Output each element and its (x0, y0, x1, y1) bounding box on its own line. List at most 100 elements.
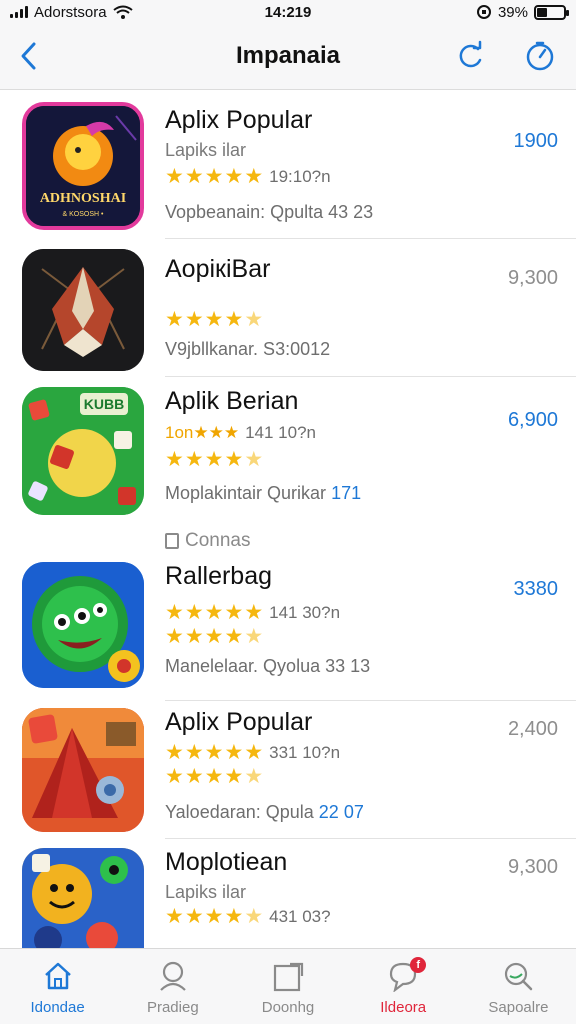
icon-subword: & KOSOSH • (63, 211, 105, 218)
app-name: AopiкiBar (165, 255, 271, 283)
star-icon: ★ (184, 905, 204, 928)
game-art-icon: ADHNOSHAI & KOSOSH • (26, 106, 140, 226)
rating: ★ ★ ★ ★ ★ 141 30?n (165, 602, 340, 623)
app-meta: Vopbeanain: Qpulta 43 23 (165, 202, 374, 222)
star-icon: ★ (204, 601, 224, 624)
list-item[interactable]: Aplix Popular ★ ★ ★ ★ ★ 331 10?n ★ ★ ★ ★ ★ Yaloe… (0, 702, 576, 842)
rating-secondary: ★ ★ ★ ★ ★ (165, 766, 263, 787)
star-icon: ★ (165, 905, 184, 928)
rating-count: 431 03? (269, 906, 331, 926)
app-icon: ADHNOSHAI & KOSOSH • (22, 102, 144, 230)
divider (165, 700, 576, 701)
star-icon: ★ (244, 905, 264, 928)
app-meta: V9jbllkanar. S3:0012 (165, 339, 331, 359)
price-label[interactable]: 1900 (514, 130, 559, 153)
status-left: Adorstsora (10, 4, 133, 21)
star-rating: ★ ★ ★ ★ ★ (165, 626, 263, 647)
star-icon: ★ (184, 308, 204, 331)
battery-icon (534, 4, 569, 20)
icon-wordmark: KUBB (84, 396, 124, 412)
price-label[interactable]: 3380 (514, 578, 559, 601)
app-meta: Yaloedaran: Qpula 22 07 (165, 802, 364, 823)
tab-home[interactable]: Idondae (0, 949, 115, 1024)
app-name: Aplix Popular (165, 708, 313, 736)
mask-art-icon (22, 249, 144, 371)
tab-label: Sapoalre (488, 999, 549, 1016)
star-icon: ★ (165, 308, 184, 331)
star-icon: ★ (165, 448, 184, 471)
nav-bar: Impanaia (0, 24, 576, 90)
star-icon: ★ (224, 625, 244, 648)
tab-search[interactable]: Sapoalre (461, 949, 576, 1024)
star-rating: ★ ★ ★ ★ ★ (165, 166, 263, 187)
checkbox-icon (165, 533, 179, 549)
tab-profile[interactable]: Pradieg (115, 949, 230, 1024)
party-art-icon (22, 848, 144, 948)
price-label[interactable]: 2,400 (508, 718, 558, 741)
list-item[interactable]: ADHNOSHAI & KOSOSH • Aplix Popular Lapik… (0, 90, 576, 239)
star-icon: ★ (184, 741, 204, 764)
star-icon: ★ (204, 905, 224, 928)
monster-art-icon (22, 562, 144, 688)
star-icon: ★ (224, 741, 244, 764)
star-icon: ★ (224, 905, 244, 928)
home-icon (41, 959, 75, 993)
tab-label: Idondae (30, 999, 85, 1016)
price-label[interactable]: 9,300 (508, 267, 558, 290)
list-item[interactable]: KUBB Aplik Berian 1on★★★ 141 10?n ★ ★ ★ ★ ★ … (0, 377, 576, 527)
star-icon: ★ (204, 448, 224, 471)
refresh-button[interactable] (450, 36, 490, 76)
rating-count: 19:10?n (269, 166, 331, 186)
price-label[interactable]: 6,900 (508, 409, 558, 432)
rating-count: 141 30?n (269, 602, 341, 622)
star-icon: ★ (165, 601, 184, 624)
app-name: Moplotiean (165, 848, 288, 876)
rating-secondary: ★ ★ ★ ★ ★ (165, 449, 263, 470)
tab-bar: Idondae Pradieg Doonhg f Ildeora Sapoalr… (0, 948, 576, 1024)
app-icon (22, 562, 144, 688)
app-subtitle: Lapiks ilar (165, 140, 247, 160)
list-item[interactable]: Moplotiean Lapiks ilar ★ ★ ★ ★ ★ 431 03? 9,3… (0, 842, 576, 948)
star-rating: ★ ★ ★ ★ ★ (165, 766, 263, 787)
notification-badge: f (410, 957, 427, 973)
star-icon: ★ (224, 308, 244, 331)
app-name: Aplik Berian (165, 387, 299, 415)
star-icon: ★ (244, 601, 264, 624)
star-icon: ★ (184, 765, 204, 788)
rating: 1on★★★ 141 10?n (165, 423, 316, 443)
list-item[interactable]: Rallerbag ★ ★ ★ ★ ★ 141 30?n ★ ★ ★ ★ ★ Manelelaa… (0, 558, 576, 701)
tab-compose[interactable]: Doonhg (230, 949, 345, 1024)
star-icon: ★ (204, 765, 224, 788)
rating: ★ ★ ★ ★ ★ (165, 309, 263, 330)
list-item[interactable]: AopiкiBar ★ ★ ★ ★ ★ V9jbllkanar. S3:0012 9,3… (0, 239, 576, 377)
history-button[interactable] (520, 36, 560, 76)
star-icon: ★ (184, 165, 204, 188)
star-icon: ★ (224, 765, 244, 788)
app-icon (22, 708, 144, 832)
star-icon: ★ (244, 448, 264, 471)
app-meta-accent: 22 07 (318, 802, 364, 822)
app-meta-accent: 171 (331, 483, 362, 503)
star-icon: ★ (244, 625, 264, 648)
star-icon: ★ (244, 165, 264, 188)
rating-count: 141 10?n (245, 423, 316, 442)
price-label[interactable]: 9,300 (508, 856, 558, 879)
status-bar: Adorstsora 14:219 39% (0, 0, 576, 24)
star-icon: ★ (224, 601, 244, 624)
star-icon: ★ (204, 741, 224, 764)
chat-icon: f (386, 957, 427, 993)
puzzle-art-icon: KUBB (22, 387, 144, 515)
rating-count: 331 10?n (269, 742, 341, 762)
star-icon: ★ (184, 448, 204, 471)
carrier-label: Adorstsora (34, 3, 107, 21)
tab-messages[interactable]: f Ildeora (346, 949, 461, 1024)
star-icon: ★ (204, 308, 224, 331)
clock-icon (526, 41, 554, 71)
orientation-lock-icon (476, 5, 491, 19)
star-rating: ★ ★ ★ ★ ★ (165, 309, 263, 330)
star-rating: ★ ★ ★ ★ ★ (165, 602, 263, 623)
rating: ★ ★ ★ ★ ★ 431 03? (165, 906, 331, 927)
star-icon: ★ (204, 625, 224, 648)
section-label[interactable]: Connas (165, 530, 251, 552)
signal-icon (10, 6, 28, 18)
